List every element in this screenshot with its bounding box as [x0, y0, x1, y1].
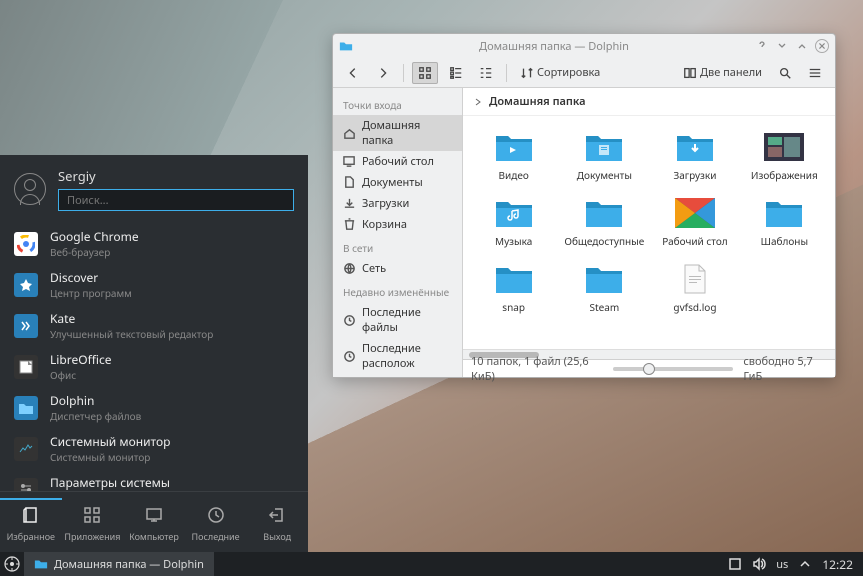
- sidebar-item[interactable]: Корзина: [333, 214, 462, 235]
- file-item[interactable]: Загрузки: [652, 126, 737, 186]
- app-item-kate[interactable]: KateУлучшенный текстовый редактор: [0, 305, 308, 346]
- dolphin-icon: [14, 396, 38, 420]
- file-item[interactable]: Документы: [560, 126, 648, 186]
- file-item[interactable]: snap: [471, 258, 556, 318]
- launcher-tabs: ИзбранноеПриложенияКомпьютерПоследниеВых…: [0, 491, 308, 553]
- help-button[interactable]: [755, 39, 769, 53]
- app-launcher-menu: Sergiy Google ChromeВеб-браузерDiscoverЦ…: [0, 155, 308, 553]
- tab-3[interactable]: Последние: [185, 500, 247, 549]
- sidebar-item[interactable]: Последние файлы: [333, 302, 462, 338]
- file-grid[interactable]: ВидеоДокументыЗагрузкиИзображения МузыкаО…: [463, 116, 835, 349]
- discover-icon: [14, 273, 38, 297]
- app-item-discover[interactable]: DiscoverЦентр программ: [0, 264, 308, 305]
- minimize-button[interactable]: [775, 39, 789, 53]
- file-item[interactable]: Общедоступные: [560, 192, 648, 252]
- sysmon-icon: [14, 437, 38, 461]
- file-item[interactable]: gvfsd.log: [652, 258, 737, 318]
- forward-button[interactable]: [371, 63, 395, 83]
- sort-button[interactable]: Сортировка: [515, 62, 605, 83]
- sidebar-item[interactable]: Документы: [333, 172, 462, 193]
- sidebar-item[interactable]: Рабочий стол: [333, 151, 462, 172]
- tray-icon[interactable]: [728, 557, 742, 571]
- file-item[interactable]: Музыка: [471, 192, 556, 252]
- dolphin-window: Домашняя папка — Dolphin Сортировка Две …: [332, 33, 836, 378]
- tab-0[interactable]: Избранное: [0, 498, 62, 549]
- view-compact-button[interactable]: [444, 63, 468, 83]
- clock-icon: [343, 350, 356, 363]
- tab-4[interactable]: Выход: [246, 500, 308, 549]
- sidebar-item[interactable]: Домашняя папка: [333, 115, 462, 151]
- toolbar: Сортировка Две панели: [333, 58, 835, 88]
- menu-button[interactable]: [803, 63, 827, 83]
- view-details-button[interactable]: [474, 63, 498, 83]
- places-panel: Точки входаДомашняя папкаРабочий столДок…: [333, 88, 463, 377]
- file-item[interactable]: Рабочий стол: [652, 192, 737, 252]
- maximize-button[interactable]: [795, 39, 809, 53]
- download-icon: [343, 197, 356, 210]
- close-button[interactable]: [815, 39, 829, 53]
- breadcrumb[interactable]: Домашняя папка: [463, 88, 835, 116]
- globe-icon: [343, 262, 356, 275]
- split-button[interactable]: Две панели: [678, 62, 767, 83]
- sidebar-item[interactable]: Сеть: [333, 258, 462, 279]
- file-item[interactable]: Видео: [471, 126, 556, 186]
- taskbar: Домашняя папка — Dolphin us 12:22: [0, 552, 863, 576]
- breadcrumb-label: Домашняя папка: [489, 94, 586, 109]
- search-input[interactable]: [58, 189, 294, 211]
- clock[interactable]: 12:22: [822, 556, 853, 573]
- volume-icon[interactable]: [752, 557, 766, 571]
- app-icon: [339, 39, 353, 53]
- trash-icon: [343, 218, 356, 231]
- status-label: 10 папок, 1 файл (25,6 КиБ): [471, 354, 603, 384]
- titlebar[interactable]: Домашняя папка — Dolphin: [333, 34, 835, 58]
- file-item[interactable]: Шаблоны: [742, 192, 827, 252]
- task-dolphin[interactable]: Домашняя папка — Dolphin: [24, 552, 214, 576]
- search-button[interactable]: [773, 63, 797, 83]
- kde-logo-icon: [4, 556, 20, 572]
- expand-tray-icon[interactable]: [798, 557, 812, 571]
- chrome-icon: [14, 232, 38, 256]
- zoom-slider[interactable]: [613, 367, 733, 371]
- home-icon: [343, 127, 356, 140]
- folder-icon: [34, 557, 48, 571]
- kate-icon: [14, 314, 38, 338]
- keyboard-layout[interactable]: us: [776, 557, 788, 572]
- app-item-chrome[interactable]: Google ChromeВеб-браузер: [0, 223, 308, 264]
- doc-icon: [343, 176, 356, 189]
- sidebar-item[interactable]: Последние располож: [333, 338, 462, 374]
- window-title: Домашняя папка — Dolphin: [359, 39, 749, 54]
- favorites-list: Google ChromeВеб-браузерDiscoverЦентр пр…: [0, 219, 308, 491]
- clock-icon: [343, 314, 356, 327]
- settings-icon: [14, 478, 38, 492]
- desktop-icon: [343, 155, 356, 168]
- back-button[interactable]: [341, 63, 365, 83]
- app-item-sysmon[interactable]: Системный мониторСистемный монитор: [0, 428, 308, 469]
- system-tray: us 12:22: [718, 556, 863, 573]
- user-avatar[interactable]: [14, 173, 46, 205]
- file-item[interactable]: Steam: [560, 258, 648, 318]
- app-item-settings[interactable]: Параметры системыПараметры системы: [0, 469, 308, 491]
- tab-2[interactable]: Компьютер: [123, 500, 185, 549]
- app-item-libreoffice[interactable]: LibreOfficeОфис: [0, 346, 308, 387]
- view-icons-button[interactable]: [412, 62, 438, 84]
- app-item-dolphin[interactable]: DolphinДиспетчер файлов: [0, 387, 308, 428]
- username-label: Sergiy: [58, 167, 294, 185]
- sidebar-item[interactable]: Загрузки: [333, 193, 462, 214]
- tab-1[interactable]: Приложения: [62, 500, 124, 549]
- task-label: Домашняя папка — Dolphin: [54, 557, 204, 572]
- file-item[interactable]: Изображения: [742, 126, 827, 186]
- start-button[interactable]: [0, 552, 24, 576]
- free-space-label: свободно 5,7 ГиБ: [743, 354, 827, 384]
- libreoffice-icon: [14, 355, 38, 379]
